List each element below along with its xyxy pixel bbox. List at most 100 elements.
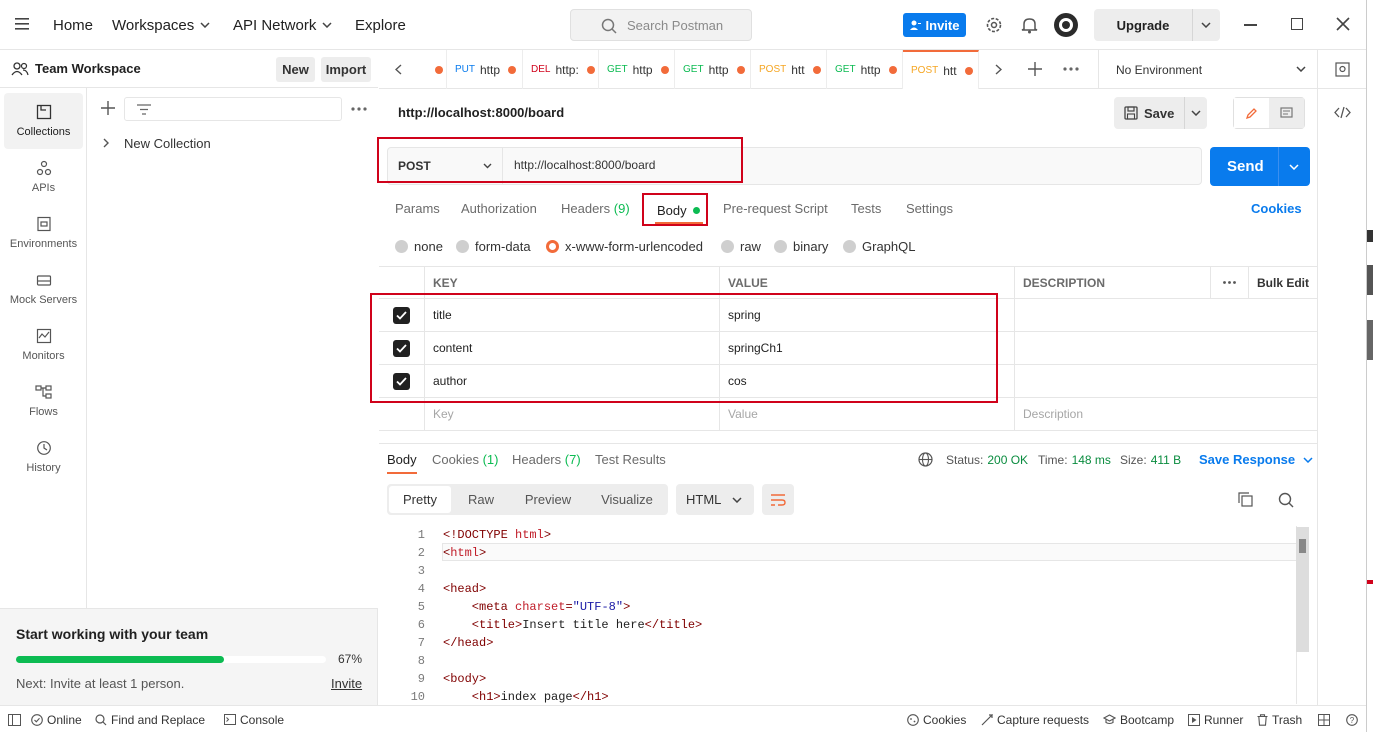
- help-icon[interactable]: ?: [1346, 706, 1358, 733]
- collection-item[interactable]: New Collection: [103, 134, 211, 152]
- sidebar-item-mock-servers[interactable]: Mock Servers: [4, 261, 83, 317]
- avatar[interactable]: [1054, 13, 1078, 37]
- sidebar-item-history[interactable]: History: [4, 429, 83, 485]
- tab-authorization[interactable]: Authorization: [461, 201, 537, 219]
- import-button[interactable]: Import: [321, 57, 371, 82]
- request-tab[interactable]: [415, 50, 447, 89]
- scroll-tabs-left-icon[interactable]: [395, 64, 402, 75]
- response-size[interactable]: Size: 411 B: [1120, 453, 1181, 467]
- more-options-icon[interactable]: [351, 107, 367, 111]
- row-description[interactable]: [1014, 332, 1317, 364]
- response-tab-underline: [387, 472, 417, 474]
- view-pretty[interactable]: Pretty: [389, 486, 451, 513]
- edit-pencil-icon[interactable]: [1234, 98, 1269, 128]
- nav-workspaces[interactable]: Workspaces: [112, 0, 210, 50]
- bulk-edit-button[interactable]: Bulk Edit: [1248, 267, 1317, 298]
- request-tab[interactable]: PUT http: [447, 50, 523, 89]
- sidebar-item-environments[interactable]: Environments: [4, 205, 83, 261]
- response-tab-headers[interactable]: Headers (7): [512, 452, 581, 467]
- body-type-graphql[interactable]: GraphQL: [843, 239, 915, 254]
- comments-icon[interactable]: [1268, 98, 1304, 128]
- new-button[interactable]: New: [276, 57, 315, 82]
- new-tab-icon[interactable]: [1028, 62, 1042, 76]
- team-invite-link[interactable]: Invite: [331, 676, 362, 691]
- row-description[interactable]: [1014, 299, 1317, 331]
- close-window-icon[interactable]: [1336, 17, 1350, 31]
- tab-settings[interactable]: Settings: [906, 201, 953, 219]
- tab-prerequest-script[interactable]: Pre-request Script: [723, 201, 828, 219]
- response-tab-test-results[interactable]: Test Results: [595, 452, 666, 467]
- runner-button[interactable]: Runner: [1188, 706, 1243, 733]
- upgrade-button[interactable]: Upgrade: [1094, 9, 1220, 41]
- body-type-form-data[interactable]: form-data: [456, 239, 531, 254]
- trash-button[interactable]: Trash: [1257, 706, 1302, 733]
- body-type-none[interactable]: none: [395, 239, 443, 254]
- add-collection-icon[interactable]: [101, 101, 115, 115]
- view-preview[interactable]: Preview: [515, 484, 581, 515]
- globe-icon[interactable]: [918, 452, 933, 467]
- cookies-link[interactable]: Cookies: [1251, 201, 1302, 219]
- find-replace-button[interactable]: Find and Replace: [95, 706, 205, 733]
- nav-explore[interactable]: Explore: [355, 0, 406, 50]
- unsaved-dot: [964, 66, 973, 75]
- request-tab[interactable]: GET http: [599, 50, 675, 89]
- body-type-binary[interactable]: binary: [774, 239, 828, 254]
- sidebar-item-apis[interactable]: APIs: [4, 149, 83, 205]
- tab-tests[interactable]: Tests: [851, 201, 881, 219]
- view-visualize[interactable]: Visualize: [591, 484, 663, 515]
- search-response-icon[interactable]: [1278, 492, 1294, 508]
- maximize-window-icon[interactable]: [1291, 18, 1303, 30]
- request-title[interactable]: http://localhost:8000/board: [398, 105, 564, 120]
- workspace-name[interactable]: Team Workspace: [35, 61, 141, 76]
- code-snippet-icon: [1334, 106, 1351, 119]
- scroll-tabs-right-icon[interactable]: [995, 64, 1002, 75]
- request-tab[interactable]: GET http: [675, 50, 751, 89]
- bootcamp-button[interactable]: Bootcamp: [1103, 706, 1174, 733]
- response-code-editor[interactable]: 1 2 3 4 5 6 7 8 9 10 <!DOCTYPE html> <ht…: [387, 526, 1297, 704]
- response-time[interactable]: Time: 148 ms: [1038, 453, 1111, 467]
- notifications-bell-icon[interactable]: [1021, 16, 1038, 34]
- hamburger-menu-icon[interactable]: [15, 18, 29, 30]
- request-tab[interactable]: POST htt: [751, 50, 827, 89]
- table-options-icon[interactable]: [1210, 267, 1248, 298]
- request-tab[interactable]: GET http: [827, 50, 903, 89]
- code-scrollbar[interactable]: [1296, 527, 1309, 652]
- body-type-urlencoded[interactable]: x-www-form-urlencoded: [546, 239, 703, 254]
- send-button[interactable]: Send: [1210, 147, 1310, 186]
- save-response-button[interactable]: Save Response: [1199, 452, 1313, 467]
- response-tab-cookies[interactable]: Cookies (1): [432, 452, 498, 467]
- minimize-window-icon[interactable]: [1244, 24, 1257, 26]
- sidebar-item-flows[interactable]: Flows: [4, 373, 83, 429]
- online-status[interactable]: Online: [31, 706, 82, 733]
- tab-options-icon[interactable]: [1063, 67, 1079, 71]
- collection-filter-input[interactable]: [124, 97, 342, 121]
- request-tab[interactable]: DEL http:: [523, 50, 599, 89]
- row-description[interactable]: [1014, 365, 1317, 397]
- sidebar-item-collections[interactable]: Collections: [4, 93, 83, 149]
- capture-requests-button[interactable]: Capture requests: [981, 706, 1089, 733]
- console-button[interactable]: Console: [224, 706, 284, 733]
- search-input[interactable]: Search Postman: [570, 9, 752, 41]
- new-description-input[interactable]: Description: [1014, 398, 1317, 430]
- capture-icon: [981, 713, 993, 725]
- layout-toggle-icon[interactable]: [1318, 706, 1330, 733]
- body-type-raw[interactable]: raw: [721, 239, 761, 254]
- environment-select[interactable]: No Environment: [1098, 50, 1317, 89]
- request-tab-active[interactable]: POST htt: [903, 50, 979, 89]
- wrap-lines-icon[interactable]: [762, 484, 794, 515]
- sidebar-item-monitors[interactable]: Monitors: [4, 317, 83, 373]
- nav-home[interactable]: Home: [53, 0, 93, 50]
- invite-button[interactable]: Invite: [903, 13, 966, 37]
- tab-headers[interactable]: Headers (9): [561, 201, 630, 219]
- tab-params[interactable]: Params: [395, 201, 440, 219]
- cookies-button[interactable]: Cookies: [907, 706, 966, 733]
- nav-api-network[interactable]: API Network: [233, 0, 332, 50]
- online-label: Online: [47, 712, 82, 727]
- format-select[interactable]: HTML: [676, 484, 754, 515]
- save-button[interactable]: Save: [1114, 97, 1207, 129]
- copy-icon[interactable]: [1238, 492, 1253, 507]
- response-tab-body[interactable]: Body: [387, 452, 417, 467]
- view-raw[interactable]: Raw: [457, 484, 505, 515]
- settings-gear-icon[interactable]: [985, 16, 1003, 34]
- toggle-sidebar-icon[interactable]: [8, 706, 21, 733]
